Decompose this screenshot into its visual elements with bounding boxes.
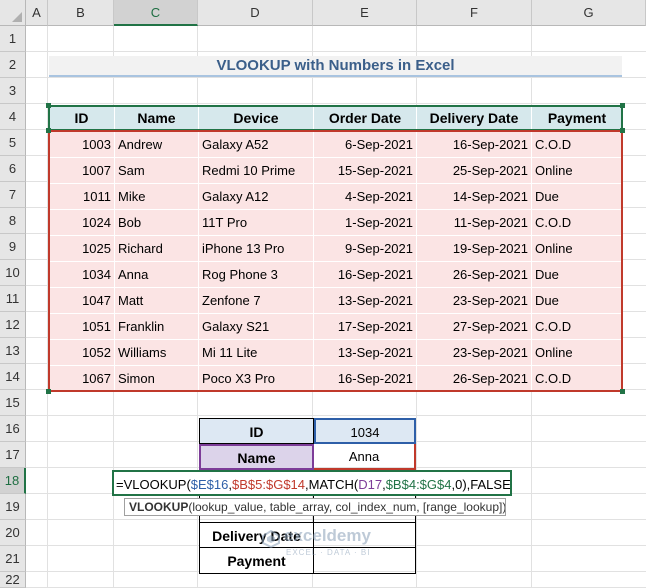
sheet-title: VLOOKUP with Numbers in Excel bbox=[49, 56, 622, 77]
body-selection-border bbox=[48, 130, 623, 392]
column-header-b[interactable]: B bbox=[48, 0, 114, 26]
column-header-a[interactable]: A bbox=[26, 0, 48, 26]
formula-part-table: $B$5:$G$14 bbox=[232, 477, 306, 492]
column-header-c[interactable]: C bbox=[114, 0, 198, 26]
tooltip-args: (lookup_value, table_array, col_index_nu… bbox=[188, 500, 506, 514]
row-header-20[interactable]: 20 bbox=[0, 520, 26, 546]
lookup-name-value[interactable]: Anna bbox=[314, 444, 416, 470]
lookup-name-label: Name bbox=[199, 444, 314, 470]
select-all-corner[interactable] bbox=[0, 0, 26, 26]
formula-part-func: =VLOOKUP( bbox=[116, 477, 191, 492]
row-header-16[interactable]: 16 bbox=[0, 416, 26, 442]
row-header-12[interactable]: 12 bbox=[0, 312, 26, 338]
row-header-6[interactable]: 6 bbox=[0, 156, 26, 182]
formula-edit-cell[interactable]: =VLOOKUP($E$16,$B$5:$G$14,MATCH(D17,$B$4… bbox=[112, 470, 512, 496]
tooltip-function-name: VLOOKUP bbox=[129, 500, 189, 514]
formula-part-name: D17 bbox=[358, 477, 383, 492]
function-tooltip: VLOOKUP(lookup_value, table_array, col_i… bbox=[124, 498, 506, 516]
lookup-id-label: ID bbox=[199, 418, 314, 444]
row-header-21[interactable]: 21 bbox=[0, 546, 26, 572]
row-header-22[interactable]: 22 bbox=[0, 572, 26, 588]
row-header-2[interactable]: 2 bbox=[0, 52, 26, 78]
row-header-17[interactable]: 17 bbox=[0, 442, 26, 468]
watermark-tagline: EXCEL · DATA · BI bbox=[286, 548, 371, 557]
row-header-4[interactable]: 4 bbox=[0, 104, 26, 130]
column-header-g[interactable]: G bbox=[532, 0, 646, 26]
header-selection-border bbox=[48, 105, 623, 131]
row-header-8[interactable]: 8 bbox=[0, 208, 26, 234]
row-header-14[interactable]: 14 bbox=[0, 364, 26, 390]
row-header-13[interactable]: 13 bbox=[0, 338, 26, 364]
row-header-7[interactable]: 7 bbox=[0, 182, 26, 208]
watermark-brand: exceldemy bbox=[284, 526, 371, 545]
column-header-d[interactable]: D bbox=[198, 0, 313, 26]
row-header-11[interactable]: 11 bbox=[0, 286, 26, 312]
row-header-3[interactable]: 3 bbox=[0, 78, 26, 104]
row-header-15[interactable]: 15 bbox=[0, 390, 26, 416]
watermark: exceldemy EXCEL · DATA · BI bbox=[262, 524, 402, 574]
lookup-id-value[interactable]: 1034 bbox=[314, 418, 416, 444]
row-header-18[interactable]: 18 bbox=[0, 468, 26, 494]
column-header-f[interactable]: F bbox=[417, 0, 532, 26]
formula-part-lookup: $E$16 bbox=[190, 477, 229, 492]
row-header-19[interactable]: 19 bbox=[0, 494, 26, 520]
exceldemy-logo-icon bbox=[262, 530, 280, 548]
column-header-e[interactable]: E bbox=[313, 0, 417, 26]
row-header-10[interactable]: 10 bbox=[0, 260, 26, 286]
row-header-1[interactable]: 1 bbox=[0, 26, 26, 52]
row-header-9[interactable]: 9 bbox=[0, 234, 26, 260]
formula-part-match: ,MATCH( bbox=[305, 477, 359, 492]
formula-part-headers: $B$4:$G$4 bbox=[385, 477, 452, 492]
row-header-5[interactable]: 5 bbox=[0, 130, 26, 156]
formula-part-end: ,0),FALSE) bbox=[451, 477, 512, 492]
